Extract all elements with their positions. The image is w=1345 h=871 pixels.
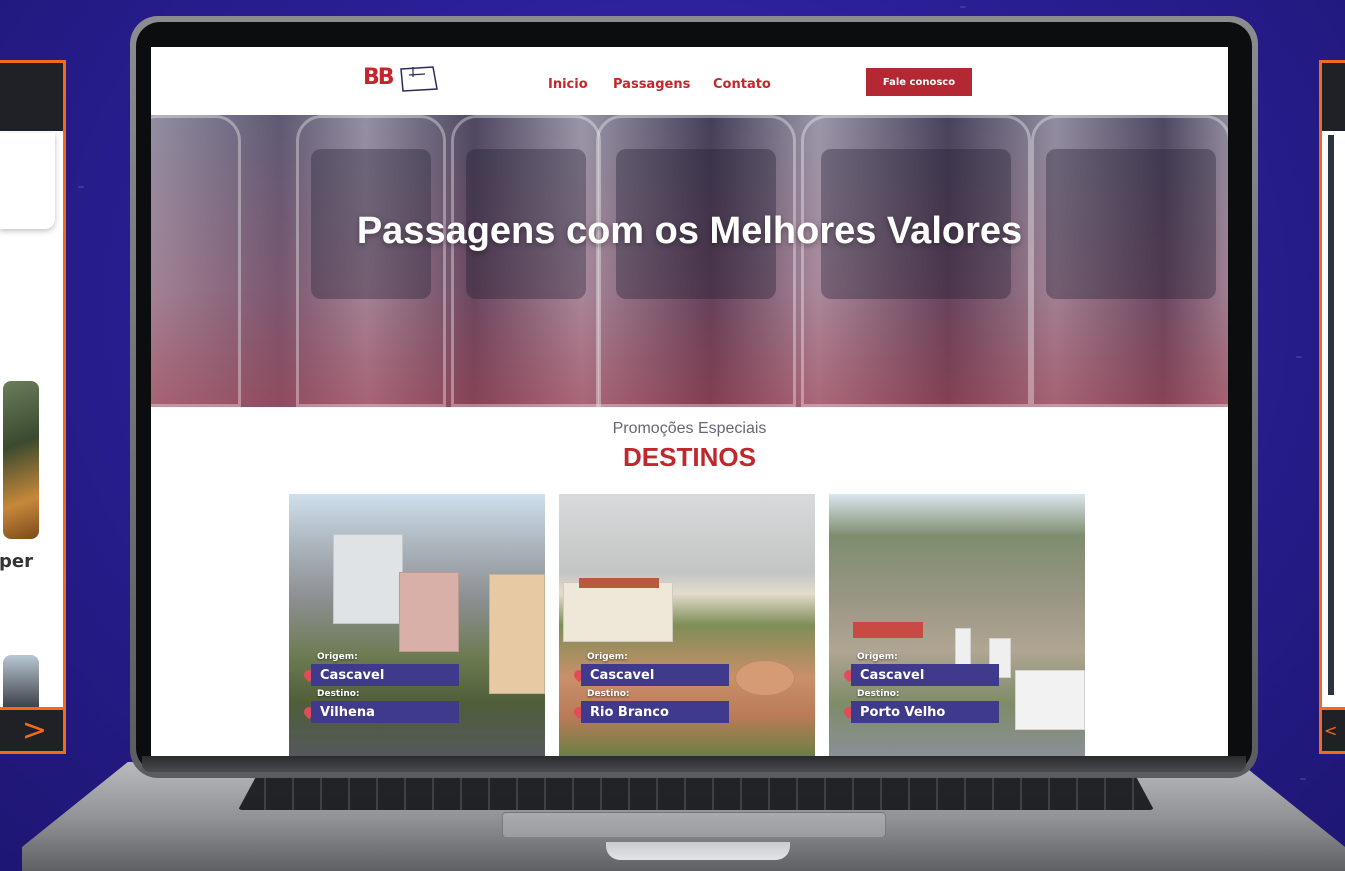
- left-panel-photo-2: [3, 655, 39, 715]
- left-panel-photo: [3, 381, 39, 539]
- background-dot: [1300, 778, 1306, 780]
- right-panel-header: [1322, 63, 1345, 131]
- destination-label: Destino:: [857, 689, 900, 699]
- card-building-shape: [489, 574, 545, 694]
- left-panel-text: per: [0, 551, 33, 572]
- destination-card-rio-branco[interactable]: Origem: Cascavel Destino: Rio Branco: [559, 494, 815, 756]
- laptop-screen: BB Inicio Passagens Contato Fale conosco…: [151, 47, 1228, 756]
- left-preview-panel: per >: [0, 60, 66, 754]
- laptop-hinge: [142, 756, 1246, 772]
- right-panel-card: [1328, 135, 1345, 695]
- destination-card-porto-velho[interactable]: Origem: Cascavel Destino: Porto Velho: [829, 494, 1085, 756]
- left-panel-card: [0, 133, 55, 229]
- right-preview-panel: <: [1319, 60, 1345, 754]
- destination-city-tag: Porto Velho: [851, 701, 999, 723]
- destination-label: Destino:: [587, 689, 630, 699]
- background-dot: [78, 186, 84, 188]
- card-building-shape: [399, 572, 459, 652]
- origin-city-tag: Cascavel: [581, 664, 729, 686]
- card-building-shape: [333, 534, 403, 624]
- promo-title: DESTINOS: [623, 442, 756, 472]
- laptop-trackpad: [502, 812, 886, 838]
- hero-banner: Passagens com os Melhores Valores: [151, 115, 1228, 407]
- nav-contato-link[interactable]: Contato: [713, 77, 771, 92]
- card-building-shape: [579, 578, 659, 588]
- nav-passagens-link[interactable]: Passagens: [613, 77, 690, 92]
- card-building-shape: [563, 582, 673, 642]
- laptop-notch: [606, 842, 790, 860]
- hero-title: Passagens com os Melhores Valores: [356, 210, 1023, 252]
- right-panel-footer: <: [1322, 707, 1345, 751]
- laptop-keyboard: [238, 776, 1154, 810]
- origin-label: Origem:: [587, 652, 628, 662]
- fale-conosco-button[interactable]: Fale conosco: [866, 68, 972, 96]
- origin-city-tag: Cascavel: [851, 664, 999, 686]
- destination-label: Destino:: [317, 689, 360, 699]
- next-arrow-button[interactable]: >: [22, 711, 47, 751]
- nav-inicio-link[interactable]: Inicio: [548, 77, 588, 92]
- prev-arrow-button[interactable]: <: [1324, 711, 1337, 751]
- background-dot: [960, 6, 966, 8]
- left-panel-footer: >: [0, 707, 63, 751]
- origin-label: Origem:: [857, 652, 898, 662]
- site-header: BB Inicio Passagens Contato Fale conosco: [151, 47, 1228, 115]
- bus-logo-icon[interactable]: BB: [363, 61, 443, 101]
- bus-outline-icon: [400, 66, 438, 92]
- card-building-shape: [853, 622, 923, 638]
- hero-bus-shape: [151, 115, 241, 407]
- left-panel-header: [0, 63, 63, 131]
- destination-city-tag: Vilhena: [311, 701, 459, 723]
- promo-subtitle: Promoções Especiais: [612, 420, 767, 437]
- card-building-shape: [1015, 670, 1085, 730]
- card-building-shape: [955, 628, 971, 668]
- background-dot: [1296, 356, 1302, 358]
- destination-card-vilhena[interactable]: Origem: Cascavel Destino: Vilhena: [289, 494, 545, 756]
- destination-city-tag: Rio Branco: [581, 701, 729, 723]
- card-fountain-shape: [735, 660, 795, 696]
- origin-label: Origem:: [317, 652, 358, 662]
- origin-city-tag: Cascavel: [311, 664, 459, 686]
